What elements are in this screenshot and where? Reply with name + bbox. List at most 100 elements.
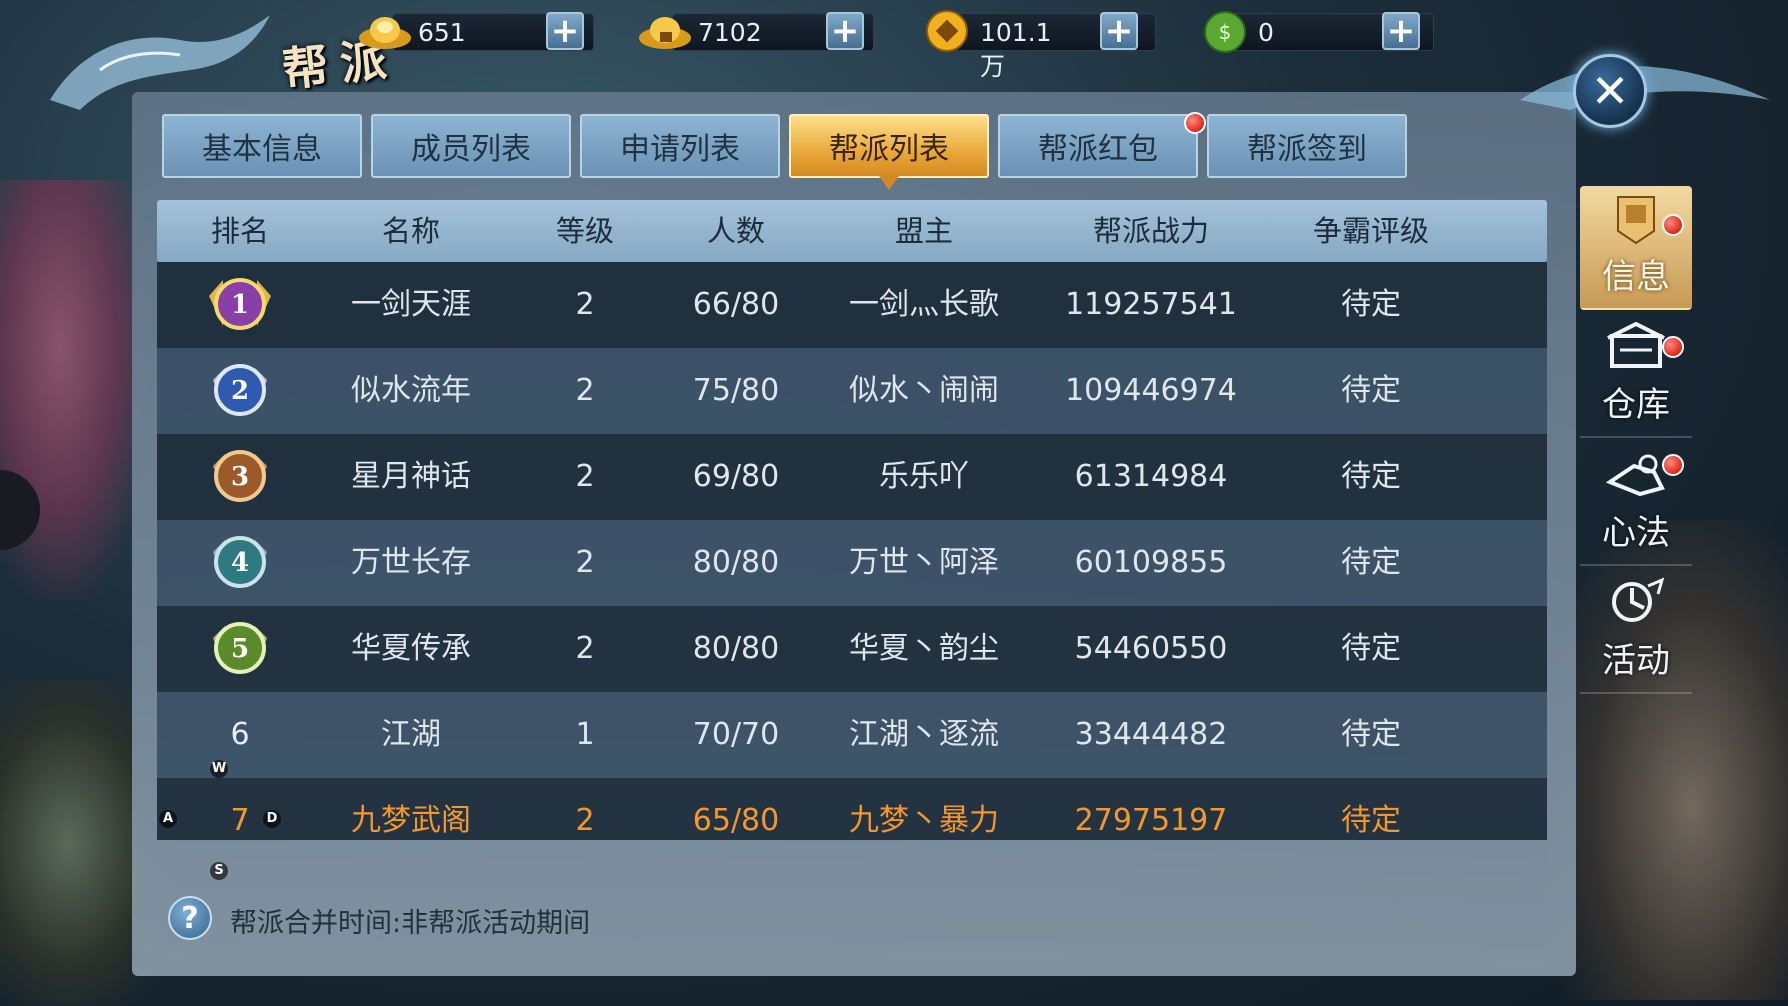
guild-level: 2 [575, 803, 595, 838]
guild-leader: 一剑灬长歌 [849, 287, 999, 322]
tab-guild-list[interactable]: 帮派列表 [789, 114, 989, 190]
tab-application-list[interactable]: 申请列表 [580, 114, 780, 178]
table-row[interactable]: 5 华夏传承 2 80/80 华夏丶韵尘 54460550 待定 [157, 606, 1547, 692]
key-hint-w: W [210, 760, 228, 778]
tab-label: 帮派签到 [1247, 132, 1367, 167]
table-row[interactable]: 1 一剑天涯 2 66/80 一剑灬长歌 119257541 待定 [157, 262, 1547, 348]
notification-dot-icon [1662, 336, 1684, 358]
tab-label: 帮派红包 [1038, 132, 1158, 167]
guild-power: 119257541 [1065, 287, 1237, 322]
rank-number: 4 [231, 548, 249, 578]
table-row[interactable]: 6 江湖 1 70/70 江湖丶逐流 33444482 待定 [157, 692, 1547, 778]
notification-dot-icon [1662, 454, 1684, 476]
guild-power: 27975197 [1074, 803, 1228, 838]
guild-power: 61314984 [1074, 459, 1228, 494]
rank-3-medal-icon: 3 [213, 450, 267, 502]
close-button[interactable]: ✕ [1573, 54, 1647, 128]
left-edge-button[interactable] [0, 470, 40, 550]
guild-name: 星月神话 [351, 459, 471, 494]
guild-leader: 万世丶阿泽 [849, 545, 999, 580]
tab-basic-info[interactable]: 基本信息 [162, 114, 362, 178]
rank-number: 3 [231, 462, 249, 492]
notification-dot-icon [1184, 112, 1206, 134]
side-menu-label: 心法 [1602, 513, 1670, 553]
header-leader: 盟主 [894, 214, 953, 248]
guild-name: 华夏传承 [351, 631, 471, 666]
gold-ingot-amount: 651 [418, 18, 466, 47]
guild-rating: 待定 [1341, 545, 1401, 580]
warehouse-icon [1601, 317, 1671, 377]
rank-5-medal-icon: 5 [213, 622, 267, 674]
rank-number: 5 [231, 634, 249, 664]
header-rating: 争霸评级 [1312, 214, 1429, 248]
side-menu-label: 活动 [1602, 641, 1670, 681]
tab-guild-red-packet[interactable]: 帮派红包 [998, 112, 1206, 178]
table-row-own-guild[interactable]: 7 九梦武阁 2 65/80 九梦丶暴力 27975197 待定 [157, 778, 1547, 840]
add-jade-button[interactable]: + [1382, 12, 1420, 50]
guild-power: 33444482 [1074, 717, 1228, 752]
banner-icon [1601, 189, 1671, 249]
guild-members: 69/80 [692, 459, 780, 494]
guild-level: 1 [575, 717, 595, 752]
key-hint-a: A [159, 810, 177, 828]
guild-ranking-table: 排名 名称 等级 人数 盟主 帮派战力 争霸评级 1 一剑天涯 2 66/80 … [157, 200, 1547, 840]
guild-power: 54460550 [1074, 631, 1228, 666]
help-icon[interactable]: ? [168, 896, 212, 940]
add-bound-gold-ingot-button[interactable]: + [826, 12, 864, 50]
add-gold-ingot-button[interactable]: + [546, 12, 584, 50]
key-hint-d: D [263, 810, 281, 828]
guild-leader: 华夏丶韵尘 [849, 631, 999, 666]
bound-gold-ingot-amount: 7102 [698, 18, 762, 47]
header-members: 人数 [706, 214, 765, 248]
svg-text:$: $ [1219, 20, 1232, 44]
guild-members: 65/80 [692, 803, 780, 838]
guild-leader: 似水丶闹闹 [849, 373, 999, 408]
header-name: 名称 [381, 214, 440, 248]
tab-label: 帮派列表 [829, 132, 949, 167]
activity-icon [1601, 573, 1671, 633]
skill-icon [1601, 445, 1671, 505]
jade-amount: 0 [1258, 18, 1274, 47]
guild-rating: 待定 [1341, 287, 1401, 322]
rank-2-medal-icon: 2 [213, 364, 267, 416]
guild-name: 江湖 [381, 717, 441, 752]
guild-level: 2 [575, 287, 595, 322]
guild-rating: 待定 [1341, 631, 1401, 666]
key-hint-s: S [210, 862, 228, 880]
side-menu-skill[interactable]: 心法 [1580, 442, 1692, 566]
guild-rating: 待定 [1341, 803, 1401, 838]
rank-number: 1 [231, 290, 249, 320]
guild-level: 2 [575, 373, 595, 408]
side-menu-warehouse[interactable]: 仓库 [1580, 314, 1692, 438]
guild-rating: 待定 [1341, 459, 1401, 494]
guild-members: 70/70 [692, 717, 780, 752]
guild-name: 九梦武阁 [351, 803, 471, 838]
tab-label: 基本信息 [202, 132, 322, 167]
gold-coin-amount: 101.1万 [980, 18, 1052, 81]
guild-power: 109446974 [1065, 373, 1237, 408]
jade-icon: $ [1196, 8, 1254, 54]
table-row[interactable]: 3 星月神话 2 69/80 乐乐吖 61314984 待定 [157, 434, 1547, 520]
guild-level: 2 [575, 631, 595, 666]
guild-name: 一剑天涯 [351, 287, 471, 322]
guild-leader: 九梦丶暴力 [849, 803, 999, 838]
rank-1-medal-icon: 1 [209, 278, 271, 330]
guild-leader: 江湖丶逐流 [849, 717, 999, 752]
guild-members: 75/80 [692, 373, 780, 408]
merge-time-note: 帮派合并时间:非帮派活动期间 [230, 908, 591, 939]
tab-member-list[interactable]: 成员列表 [371, 114, 571, 178]
header-power: 帮派战力 [1092, 214, 1209, 248]
rank-4-medal-icon: 4 [213, 536, 267, 588]
side-menu-label: 仓库 [1602, 385, 1670, 425]
guild-members: 66/80 [692, 287, 780, 322]
add-gold-coin-button[interactable]: + [1100, 12, 1138, 50]
tab-guild-check-in[interactable]: 帮派签到 [1207, 114, 1407, 178]
guild-leader: 乐乐吖 [879, 459, 969, 494]
table-row[interactable]: 4 万世长存 2 80/80 万世丶阿泽 60109855 待定 [157, 520, 1547, 606]
guild-name: 万世长存 [351, 545, 471, 580]
table-row[interactable]: 2 似水流年 2 75/80 似水丶闹闹 109446974 待定 [157, 348, 1547, 434]
side-menu-info[interactable]: 信息 [1580, 186, 1692, 310]
rank-number: 7 [230, 803, 250, 838]
side-menu-activity[interactable]: 活动 [1580, 570, 1692, 694]
guild-name: 似水流年 [351, 373, 471, 408]
